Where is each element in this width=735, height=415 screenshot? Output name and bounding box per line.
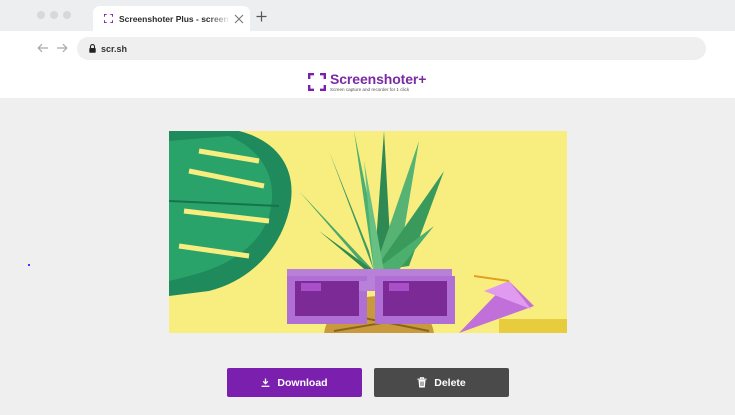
close-tab-icon[interactable] (234, 14, 244, 24)
delete-label: Delete (434, 376, 466, 389)
browser-nav-bar: scr.sh (0, 31, 735, 66)
new-tab-plus-icon[interactable] (256, 11, 267, 22)
lock-icon (89, 44, 96, 53)
tab-title: Screenshoter Plus - screen capture (119, 13, 230, 24)
download-icon (262, 378, 270, 387)
maximize-window-dot[interactable] (63, 11, 71, 19)
close-window-dot[interactable] (37, 11, 45, 19)
delete-button[interactable]: Delete (374, 368, 509, 397)
address-bar[interactable]: scr.sh (77, 37, 706, 60)
screenshoter-logo[interactable]: Screenshoter+ Screen capture and recorde… (308, 70, 426, 94)
logo-name: Screenshoter+ (330, 70, 427, 87)
screenshoter-favicon-icon (104, 14, 113, 23)
site-header: Screenshoter+ Screen capture and recorde… (0, 66, 735, 98)
trash-icon (417, 377, 427, 388)
logo-tagline: Screen capture and recorder for 1 click (330, 86, 410, 92)
url-text: scr.sh (101, 43, 128, 54)
minimize-window-dot[interactable] (50, 11, 58, 19)
download-label: Download (277, 376, 328, 389)
cursor-dot (28, 264, 30, 266)
browser-tab-active[interactable]: Screenshoter Plus - screen capture (93, 6, 250, 31)
screenshoter-logo-mark-icon (308, 73, 326, 91)
download-button[interactable]: Download (227, 368, 362, 397)
forward-arrow-icon[interactable] (56, 43, 68, 53)
window-controls (37, 11, 71, 19)
browser-tab-bar: Screenshoter Plus - screen capture (0, 0, 735, 31)
back-arrow-icon[interactable] (37, 43, 49, 53)
screenshot-preview-image (169, 131, 567, 333)
